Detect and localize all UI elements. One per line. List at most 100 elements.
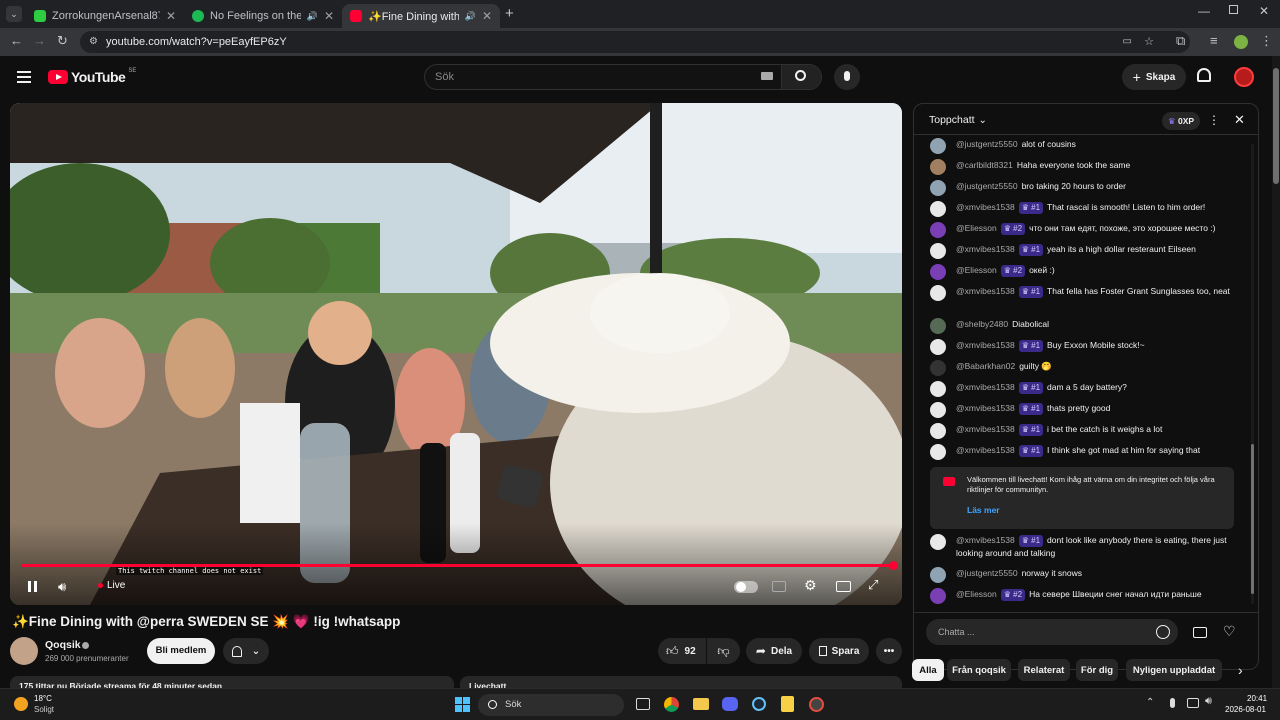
xp-badge[interactable]: ♛ 0XP — [1162, 112, 1201, 130]
theater-mode-icon[interactable] — [836, 581, 851, 592]
page-scrollbar[interactable] — [1272, 56, 1280, 688]
app-taskbar-icon[interactable] — [809, 697, 824, 712]
browser-menu-icon[interactable]: ⋮ — [1260, 33, 1273, 49]
chat-avatar[interactable] — [930, 201, 946, 217]
taskbar-search[interactable]: Sök — [478, 694, 624, 716]
chat-message[interactable]: @xmvibes1538 ♛ #1 That fella has Foster Gr… — [930, 285, 1240, 301]
chat-avatar[interactable] — [930, 285, 946, 301]
speaker-icon[interactable]: 🔊 — [465, 11, 476, 22]
chat-username[interactable]: @xmvibes1538 — [956, 286, 1015, 296]
chat-username[interactable]: @justgentz5550 — [956, 568, 1018, 578]
reading-list-icon[interactable]: ≡ — [1210, 33, 1218, 48]
chat-username[interactable]: @carlbildt8321 — [956, 160, 1013, 170]
filter-chip[interactable]: Alla — [912, 659, 944, 681]
filter-chip[interactable]: Från qoqsik — [947, 659, 1011, 681]
browser-tab-2[interactable]: No Feelings on the Floor - 🔊 ✕ — [184, 4, 342, 28]
channel-name[interactable]: Qoqsik — [45, 639, 81, 651]
minimize-button[interactable]: — — [1198, 4, 1210, 18]
close-window-button[interactable]: ✕ — [1259, 4, 1269, 18]
notepad-taskbar-icon[interactable] — [781, 696, 794, 712]
search-input[interactable]: Sök — [435, 71, 454, 83]
hamburger-menu-icon[interactable] — [17, 71, 31, 83]
forward-icon[interactable]: → — [33, 33, 46, 48]
autoplay-toggle[interactable] — [734, 581, 758, 593]
join-button[interactable]: Bli medlem — [147, 638, 215, 664]
steam-taskbar-icon[interactable] — [752, 697, 766, 711]
extensions-icon[interactable]: ⧉ — [1176, 33, 1185, 49]
browser-tab-3[interactable]: ✨Fine Dining with @p 🔊 ✕ — [342, 4, 500, 28]
chat-avatar[interactable] — [930, 588, 946, 604]
notifications-button[interactable]: ⌄ — [223, 638, 269, 664]
channel-avatar[interactable] — [10, 637, 38, 665]
chat-message[interactable]: @carlbildt8321 Haha everyone took the sam… — [930, 159, 1240, 175]
chat-username[interactable]: @xmvibes1538 — [956, 340, 1015, 350]
chat-avatar[interactable] — [930, 318, 946, 334]
discord-taskbar-icon[interactable] — [722, 697, 738, 711]
chat-message[interactable]: @xmvibes1538 ♛ #1 Buy Exxon Mobile stock!~ — [930, 339, 1240, 355]
chat-username[interactable]: @xmvibes1538 — [956, 202, 1015, 212]
chat-message[interactable]: @justgentz5550 alot of cousins — [930, 138, 1240, 154]
youtube-logo[interactable]: YouTube SE — [48, 68, 136, 85]
close-tab-icon[interactable]: ✕ — [482, 9, 492, 23]
progress-scrubber[interactable] — [889, 561, 898, 570]
speaker-icon[interactable]: 🔊 — [307, 11, 318, 22]
filter-chip[interactable]: Nyligen uppladdat — [1126, 659, 1222, 681]
close-tab-icon[interactable]: ✕ — [166, 9, 176, 23]
chat-avatar[interactable] — [930, 360, 946, 376]
chat-message[interactable]: @shelby2480 Diabolical — [930, 318, 1240, 334]
chat-avatar[interactable] — [930, 444, 946, 460]
chat-message[interactable]: @Eliesson ♛ #2 что они там едят, похоже, э… — [930, 222, 1240, 238]
file-explorer-icon[interactable] — [693, 698, 709, 710]
volume-button[interactable]: 🔊︎ — [58, 579, 66, 595]
tab-search-button[interactable]: ⌄ — [6, 6, 22, 22]
progress-bar[interactable] — [22, 561, 898, 570]
chat-avatar[interactable] — [930, 159, 946, 175]
back-icon[interactable]: ← — [10, 33, 23, 48]
chat-username[interactable]: @justgentz5550 — [956, 139, 1018, 149]
chat-message[interactable]: @xmvibes1538 ♛ #1 i bet the catch is it we… — [930, 423, 1240, 439]
chat-username[interactable]: @xmvibes1538 — [956, 535, 1015, 545]
chat-avatar[interactable] — [930, 381, 946, 397]
notifications-bell-icon[interactable] — [1197, 68, 1211, 82]
chat-avatar[interactable] — [930, 534, 946, 550]
network-icon[interactable] — [1187, 698, 1199, 708]
clock-time[interactable]: 20:41 — [1247, 694, 1267, 703]
reload-icon[interactable]: ↻ — [57, 33, 68, 49]
live-indicator[interactable]: Live — [98, 580, 125, 591]
video-player[interactable]: This twitch channel does not exist 🔊︎ Li… — [10, 103, 902, 605]
chat-username[interactable]: @xmvibes1538 — [956, 403, 1015, 413]
emoji-icon[interactable] — [1156, 625, 1170, 639]
account-avatar[interactable] — [1234, 67, 1254, 87]
chat-message[interactable]: @justgentz5550 bro taking 20 hours to ord… — [930, 180, 1240, 196]
maximize-button[interactable] — [1229, 5, 1238, 14]
dislike-button[interactable]: 👎︎ — [707, 638, 740, 664]
subtitles-icon[interactable] — [772, 581, 786, 592]
chat-avatar[interactable] — [930, 243, 946, 259]
tray-chevron-icon[interactable]: ⌃ — [1146, 697, 1154, 708]
search-button[interactable] — [781, 65, 821, 89]
task-view-icon[interactable] — [636, 698, 650, 710]
chat-avatar[interactable] — [930, 339, 946, 355]
chat-avatar[interactable] — [930, 264, 946, 280]
chat-input[interactable]: Chatta ... — [926, 619, 1178, 645]
create-button[interactable]: + Skapa — [1122, 64, 1186, 90]
browser-tab-1[interactable]: ZorrokungenArsenal8788 Strea ✕ — [26, 4, 184, 28]
filter-chip[interactable]: Relaterat — [1018, 659, 1070, 681]
chat-avatar[interactable] — [930, 402, 946, 418]
chat-username[interactable]: @justgentz5550 — [956, 181, 1018, 191]
chat-username[interactable]: @xmvibes1538 — [956, 424, 1015, 434]
close-chat-icon[interactable]: ✕ — [1234, 112, 1245, 128]
chat-avatar[interactable] — [930, 567, 946, 583]
chrome-taskbar-icon[interactable] — [664, 697, 679, 712]
filter-chip[interactable]: För dig — [1076, 659, 1118, 681]
chat-message[interactable]: @xmvibes1538 ♛ #1 thats pretty good — [930, 402, 1240, 418]
chat-message[interactable]: @Eliesson ♛ #2 На севере Швеции снег начал… — [930, 588, 1240, 604]
microphone-tray-icon[interactable] — [1170, 698, 1175, 708]
chat-username[interactable]: @xmvibes1538 — [956, 244, 1015, 254]
start-button[interactable] — [455, 697, 470, 712]
chat-username[interactable]: @Eliesson — [956, 589, 997, 599]
chat-menu-icon[interactable]: ⋮ — [1208, 113, 1220, 127]
chat-avatar[interactable] — [930, 222, 946, 238]
site-info-icon[interactable]: ⚙ — [89, 31, 98, 53]
chat-scrollbar[interactable] — [1251, 144, 1254, 604]
